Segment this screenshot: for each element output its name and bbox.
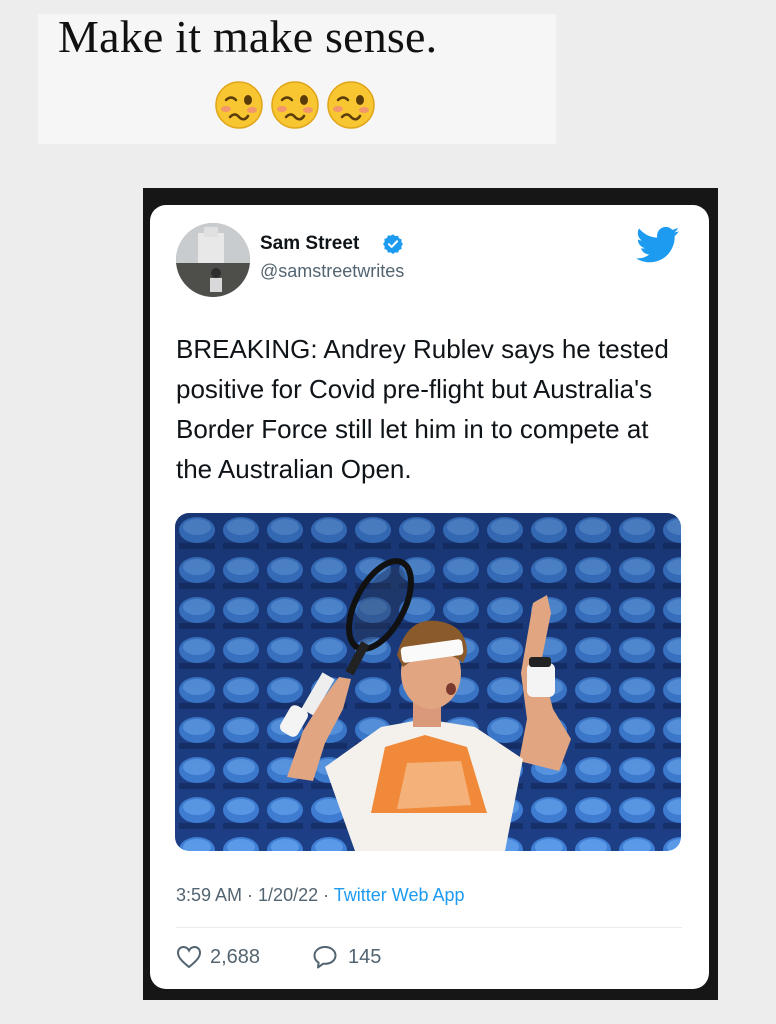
reply-icon[interactable]: [312, 944, 338, 970]
tweet-text: BREAKING: Andrey Rublev says he tested p…: [176, 334, 669, 484]
meta-separator: ·: [318, 885, 334, 905]
twitter-bird-icon[interactable]: [636, 225, 680, 265]
woozy-face-icon: [215, 81, 263, 129]
author-name[interactable]: Sam Street: [260, 233, 359, 255]
reply-count: 145: [348, 946, 382, 968]
tweet-source-link[interactable]: Twitter Web App: [334, 885, 465, 905]
heart-icon[interactable]: [176, 945, 202, 969]
tweet-time[interactable]: 3:59 AM: [176, 885, 242, 905]
meta-separator: ·: [242, 885, 259, 905]
story-caption: Make it make sense.: [58, 11, 438, 62]
author-handle[interactable]: @samstreetwrites: [260, 261, 404, 282]
avatar[interactable]: [176, 223, 250, 297]
verified-badge-icon: [383, 234, 403, 254]
emoji-row: [214, 80, 376, 130]
tweet-date[interactable]: 1/20/22: [258, 885, 318, 905]
tennis-player-photo: [175, 513, 681, 851]
avatar-image: [176, 223, 250, 297]
tweet-meta: 3:59 AM · 1/20/22 · Twitter Web App: [176, 885, 465, 906]
like-count: 2,688: [210, 946, 261, 968]
divider: [176, 927, 682, 928]
woozy-face-icon: [271, 81, 319, 129]
tweet-photo[interactable]: [175, 513, 681, 851]
tweet-card: Sam Street @samstreetwrites BREAKING: An…: [150, 205, 709, 989]
woozy-face-icon: [327, 81, 375, 129]
